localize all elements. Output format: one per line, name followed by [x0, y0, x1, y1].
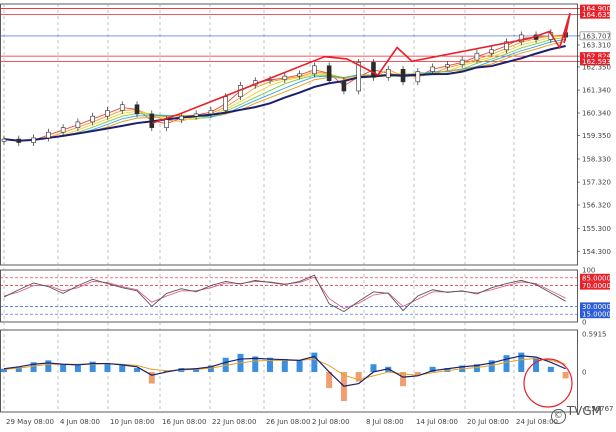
- candle-body: [489, 49, 495, 54]
- oscillator-y-tick-label: 100: [582, 267, 595, 275]
- y-tick-label: 162.350: [582, 63, 611, 71]
- oscillator-tag-label: 70.0000: [582, 282, 611, 290]
- candle-body: [474, 52, 480, 61]
- candle-body: [179, 115, 184, 120]
- oscillator-tag-label: 85.0000: [582, 274, 611, 282]
- y-tick-label: 161.340: [582, 87, 611, 95]
- y-tick-label: 160.340: [582, 109, 611, 117]
- x-tick-label: 16 Jun 08:00: [162, 418, 206, 426]
- macd-histogram-bar: [562, 371, 569, 379]
- candle-body: [341, 80, 347, 92]
- candle-body: [31, 137, 36, 143]
- x-tick-label: 4 Jun 08:00: [60, 418, 100, 426]
- annotation-path: [152, 12, 571, 124]
- macd-histogram-bar: [119, 365, 126, 372]
- macd-histogram-bar: [296, 360, 303, 372]
- macd-histogram-bar: [45, 360, 52, 372]
- candle-body: [208, 110, 214, 115]
- price-tag-label: 164.635: [582, 11, 611, 19]
- x-tick-label: 2 Jul 08:00: [312, 418, 350, 426]
- x-tick-label: 10 Jun 08:00: [110, 418, 154, 426]
- candle-body: [385, 68, 391, 78]
- candle-body: [445, 64, 450, 68]
- y-tick-label: 163.310: [582, 41, 611, 49]
- macd-y-tick-label: 0: [582, 368, 586, 376]
- price-panel: [0, 3, 578, 266]
- candle-body: [282, 75, 288, 80]
- candle-body: [90, 115, 95, 123]
- candle-body: [326, 65, 332, 81]
- candle-body: [400, 68, 406, 83]
- y-tick-label: 156.320: [582, 202, 611, 210]
- macd-histogram-bar: [60, 364, 67, 372]
- highlight-circle: [523, 358, 573, 408]
- copyright-icon: ©: [550, 409, 566, 424]
- watermark: © TVGM: [550, 404, 602, 424]
- candle-body: [105, 110, 110, 117]
- watermark-text: TVGM: [566, 404, 602, 418]
- candle-body: [312, 65, 317, 75]
- candle-body: [415, 71, 421, 83]
- macd-histogram-bar: [370, 364, 377, 372]
- y-tick-label: 159.350: [582, 132, 611, 140]
- macd-histogram-bar: [547, 366, 554, 372]
- oscillator-y-tick-label: 0: [582, 319, 586, 327]
- candle-body: [267, 79, 273, 81]
- candle-body: [46, 131, 51, 139]
- candle-body: [1, 138, 7, 142]
- candle-body: [371, 62, 376, 78]
- candle-body: [134, 104, 140, 115]
- moving-average-line: [3, 36, 566, 142]
- x-tick-label: 20 Jul 08:00: [467, 418, 509, 426]
- macd-y-tick-label: 0.5915: [582, 330, 607, 338]
- moving-average-line: [3, 38, 566, 142]
- candle-body: [60, 127, 66, 133]
- macd-histogram-bar: [533, 357, 540, 372]
- x-tick-label: 22 Jun 08:00: [212, 418, 256, 426]
- candle-body: [119, 104, 125, 111]
- oscillator-tag-label: 15.0000: [582, 311, 611, 319]
- price-tag-label: 163.707: [582, 32, 611, 40]
- candle-body: [16, 138, 22, 143]
- y-tick-label: 158.330: [582, 155, 611, 163]
- candle-body: [149, 113, 155, 128]
- oscillator-signal-line: [3, 276, 566, 309]
- macd-histogram-bar: [281, 359, 288, 372]
- candle-body: [430, 66, 435, 72]
- x-tick-label: 26 Jun 08:00: [266, 418, 310, 426]
- y-tick-label: 157.320: [582, 179, 611, 187]
- candle-body: [75, 121, 81, 128]
- chart-canvas: 29 May 08:00 4 Jun 08:00 10 Jun 08:00 16 Ju…: [0, 3, 613, 426]
- candle-body: [164, 119, 169, 128]
- candle-body: [223, 96, 228, 111]
- candle-body: [297, 73, 302, 77]
- macd-histogram-bar: [74, 365, 81, 372]
- candle-body: [193, 113, 199, 117]
- macd-histogram-bar: [311, 352, 318, 372]
- y-tick-label: 155.300: [582, 225, 611, 233]
- y-tick-label: 154.300: [582, 248, 611, 256]
- macd-histogram-bar: [503, 355, 510, 372]
- x-tick-label: 29 May 08:00: [6, 418, 54, 426]
- x-tick-label: 8 Jul 08:00: [366, 418, 404, 426]
- oscillator-tag-label: 30.0000: [582, 303, 611, 311]
- candle-body: [459, 59, 465, 65]
- x-tick-label: 14 Jul 08:00: [416, 418, 458, 426]
